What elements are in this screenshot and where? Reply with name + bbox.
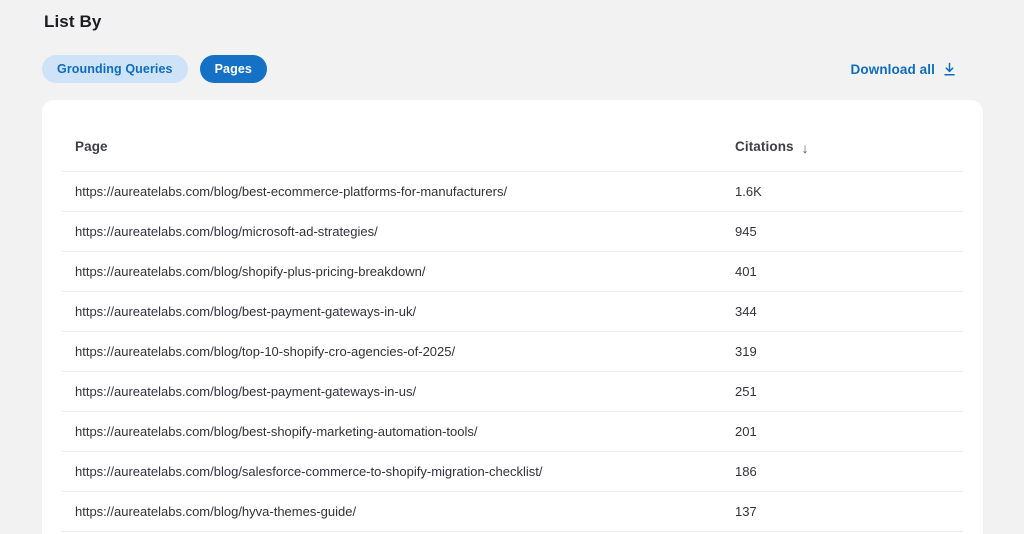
page-url-cell: https://aureatelabs.com/blog/best-paymen… (75, 384, 417, 399)
citations-cell: 401 (735, 264, 757, 279)
page-url-cell: https://aureatelabs.com/blog/salesforce-… (75, 464, 543, 479)
column-header-citations-label: Citations (735, 139, 794, 154)
table-row[interactable]: https://aureatelabs.com/blog/best-paymen… (62, 292, 963, 332)
download-all-label: Download all (850, 61, 935, 77)
column-header-page: Page (75, 139, 108, 154)
page-url-cell: https://aureatelabs.com/blog/microsoft-a… (75, 224, 378, 239)
view-toggle-group: Grounding Queries Pages (42, 55, 267, 83)
table-body: https://aureatelabs.com/blog/best-ecomme… (42, 172, 983, 532)
table-row[interactable]: https://aureatelabs.com/blog/best-paymen… (62, 372, 963, 412)
page-url-cell: https://aureatelabs.com/blog/best-ecomme… (75, 184, 508, 199)
page-url-cell: https://aureatelabs.com/blog/shopify-plu… (75, 264, 426, 279)
table-row[interactable]: https://aureatelabs.com/blog/hyva-themes… (62, 492, 963, 532)
page-title: List By (44, 12, 102, 31)
page-url-cell: https://aureatelabs.com/blog/top-10-shop… (75, 344, 456, 359)
table-row[interactable]: https://aureatelabs.com/blog/shopify-plu… (62, 252, 963, 292)
citations-cell: 344 (735, 304, 757, 319)
table-row[interactable]: https://aureatelabs.com/blog/best-ecomme… (62, 172, 963, 212)
tab-grounding-queries[interactable]: Grounding Queries (42, 55, 188, 83)
list-by-section: List By Grounding Queries Pages Download… (0, 0, 1024, 534)
download-all-button[interactable]: Download all (851, 62, 957, 77)
table-row[interactable]: https://aureatelabs.com/blog/salesforce-… (62, 452, 963, 492)
column-header-citations[interactable]: Citations ↓ (735, 139, 963, 156)
page-url-cell: https://aureatelabs.com/blog/best-paymen… (75, 304, 417, 319)
table-row[interactable]: https://aureatelabs.com/blog/top-10-shop… (62, 332, 963, 372)
citations-cell: 319 (735, 344, 757, 359)
table-header-row: Page Citations ↓ (62, 122, 963, 172)
table-row[interactable]: https://aureatelabs.com/blog/microsoft-a… (62, 212, 963, 252)
table-row[interactable]: https://aureatelabs.com/blog/best-shopif… (62, 412, 963, 452)
citations-cell: 201 (735, 424, 757, 439)
citations-cell: 137 (735, 504, 757, 519)
page-url-cell: https://aureatelabs.com/blog/hyva-themes… (75, 504, 357, 519)
download-icon (942, 62, 957, 77)
citations-cell: 251 (735, 384, 757, 399)
pages-table-card: Page Citations ↓ https://aureatelabs.com… (42, 100, 983, 534)
toolbar: Grounding Queries Pages Download all (42, 55, 983, 83)
tab-pages[interactable]: Pages (199, 55, 267, 83)
citations-cell: 945 (735, 224, 757, 239)
citations-cell: 186 (735, 464, 757, 479)
citations-cell: 1.6K (735, 184, 762, 199)
sort-descending-icon: ↓ (801, 139, 809, 156)
page-url-cell: https://aureatelabs.com/blog/best-shopif… (75, 424, 478, 439)
